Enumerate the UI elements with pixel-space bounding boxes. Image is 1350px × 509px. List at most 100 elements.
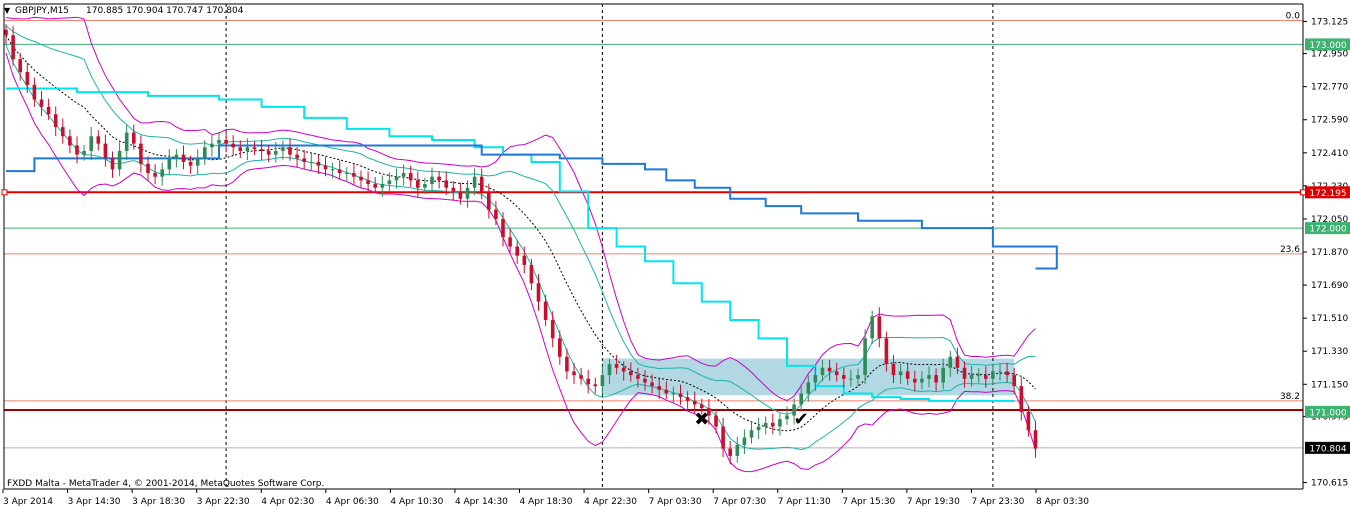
candle-body-48 [345, 173, 349, 175]
candle-body-107 [763, 422, 768, 427]
candle-body-142 [1012, 375, 1016, 387]
candle-body-89 [636, 375, 640, 379]
x-tick-label-5: 4 Apr 06:30 [326, 497, 379, 507]
candle-body-117 [834, 371, 839, 376]
candle-body-131 [934, 375, 938, 383]
candle-body-63 [451, 187, 456, 192]
candle-body-6 [46, 106, 51, 115]
candle-body-78 [558, 338, 562, 357]
x-tick-label-4: 4 Apr 02:30 [261, 497, 314, 507]
candle-body-104 [742, 437, 747, 445]
candle-body-141 [1005, 371, 1009, 376]
candle-body-64 [458, 191, 463, 199]
level-handle-left [1, 189, 8, 196]
candle-body-66 [472, 176, 477, 188]
y-tick-label-13: 170.615 [1311, 479, 1348, 489]
candle-body-135 [962, 367, 967, 379]
candle-body-94 [671, 393, 676, 395]
candle-body-125 [891, 364, 896, 376]
candle-body-25 [181, 154, 186, 162]
candle-body-132 [941, 367, 945, 383]
y-tick-label-10: 171.330 [1311, 347, 1348, 357]
candle-body-72 [515, 246, 519, 256]
candle-body-92 [657, 386, 661, 390]
candle-body-83 [593, 384, 598, 387]
plot-background [0, 0, 1350, 509]
candle-body-29 [210, 143, 214, 148]
candle-body-2 [18, 59, 22, 72]
candle-body-14 [103, 143, 108, 159]
candle-body-84 [600, 375, 605, 387]
candle-body-27 [195, 158, 200, 166]
candle-body-102 [728, 448, 732, 456]
candle-body-18 [132, 132, 136, 144]
candle-body-80 [572, 371, 576, 376]
candle-body-123 [877, 316, 882, 339]
candle-body-91 [650, 382, 654, 387]
candle-body-9 [68, 136, 72, 146]
candle-body-70 [501, 218, 505, 238]
candle-body-103 [735, 444, 740, 456]
candle-body-39 [281, 147, 285, 151]
header-ohlc: 170.885 170.904 170.747 170.804 [86, 6, 244, 16]
candle-body-53 [380, 184, 385, 188]
candle-body-124 [884, 338, 889, 365]
candle-body-34 [245, 147, 250, 151]
candle-body-81 [579, 375, 583, 379]
candle-body-32 [231, 143, 235, 148]
cross-marker-icon: ✖ [694, 409, 709, 430]
candle-body-7 [53, 114, 58, 128]
candle-body-43 [309, 161, 314, 163]
x-tick-label-8: 4 Apr 18:30 [520, 497, 573, 507]
candle-body-134 [955, 356, 960, 368]
candle-body-38 [274, 150, 278, 155]
candle-body-120 [856, 375, 860, 379]
candle-body-133 [948, 356, 953, 368]
candle-body-60 [430, 176, 434, 185]
candle-body-106 [756, 426, 761, 431]
candle-body-31 [224, 139, 228, 144]
candle-body-100 [714, 415, 718, 427]
candle-body-138 [984, 375, 988, 379]
candle-body-110 [785, 415, 789, 420]
x-tick-label-11: 7 Apr 07:30 [713, 497, 766, 507]
level-label-fib-23.6: 23.6 [1280, 245, 1300, 255]
candle-body-15 [110, 158, 115, 170]
candle-body-50 [359, 176, 363, 181]
candle-body-86 [614, 364, 619, 368]
price-tag-label-2: 172.000 [1309, 225, 1346, 235]
candle-body-12 [89, 136, 93, 151]
y-tick-label-7: 171.870 [1311, 248, 1348, 258]
candle-body-143 [1019, 386, 1024, 412]
candle-body-137 [976, 375, 981, 377]
y-tick-label-9: 171.510 [1311, 314, 1348, 324]
price-chart[interactable]: 0.0 23.6 38.2 ✖ ✔ 173.125 172.950 172.770 172.… [0, 0, 1350, 509]
chart-header: ▼ GBPJPY,M15 170.885 170.904 170.747 170… [4, 6, 244, 16]
candle-body-87 [621, 367, 626, 372]
candle-body-95 [678, 393, 683, 398]
candle-body-127 [905, 371, 910, 379]
x-tick-label-15: 7 Apr 23:30 [971, 497, 1024, 507]
x-tick-label-13: 7 Apr 15:30 [842, 497, 895, 507]
candle-body-71 [508, 237, 512, 247]
price-tag-label-0: 173.000 [1309, 41, 1346, 51]
candle-body-75 [536, 283, 541, 302]
candle-body-46 [330, 169, 335, 171]
candle-body-37 [266, 150, 271, 155]
candle-body-96 [685, 397, 690, 401]
candle-body-21 [153, 173, 157, 177]
x-tick-label-2: 3 Apr 18:30 [132, 497, 185, 507]
x-tick-label-0: 3 Apr 2014 [3, 497, 53, 507]
header-dropdown-icon[interactable]: ▼ [4, 6, 11, 15]
candle-body-1 [11, 35, 15, 60]
candle-body-98 [700, 404, 704, 409]
y-tick-label-1: 172.950 [1311, 50, 1348, 60]
candle-body-8 [61, 127, 65, 137]
y-tick-label-11: 171.150 [1311, 380, 1348, 390]
candle-body-49 [352, 173, 356, 177]
x-tick-label-1: 3 Apr 14:30 [68, 497, 121, 507]
candle-body-113 [806, 382, 811, 394]
candle-body-130 [927, 375, 931, 379]
candle-body-51 [366, 180, 370, 185]
candle-body-33 [238, 147, 243, 151]
